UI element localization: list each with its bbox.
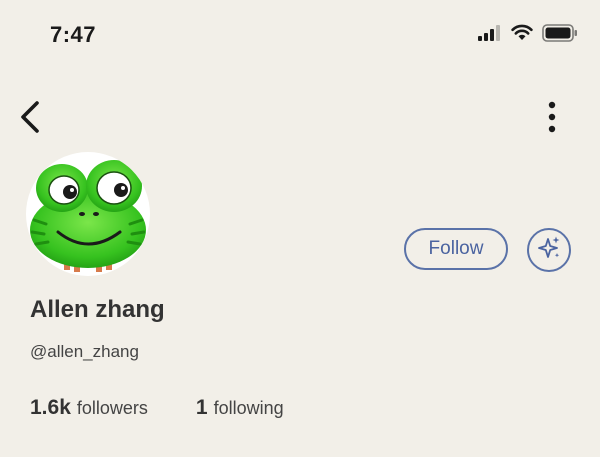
status-icons bbox=[478, 23, 578, 47]
username: @allen_zhang bbox=[30, 342, 139, 361]
followers-label: followers bbox=[76, 398, 148, 418]
frog-avatar-icon bbox=[26, 160, 150, 276]
status-time: 7:47 bbox=[50, 22, 97, 47]
following-count: 1 bbox=[195, 396, 208, 419]
chevron-left-icon bbox=[19, 100, 41, 139]
more-vertical-icon bbox=[548, 101, 556, 138]
follow-button[interactable]: Follow bbox=[404, 228, 508, 270]
avatar[interactable] bbox=[26, 152, 150, 276]
display-name: Allen zhang bbox=[30, 296, 165, 323]
cellular-signal-icon bbox=[478, 24, 502, 46]
status-bar: 7:47 bbox=[0, 0, 600, 70]
battery-icon bbox=[542, 23, 578, 47]
wifi-icon bbox=[511, 24, 533, 46]
followers-stat[interactable]: 1.6k followers bbox=[30, 396, 148, 420]
following-label: following bbox=[213, 398, 284, 418]
following-stat[interactable]: 1 following bbox=[196, 396, 284, 420]
followers-count: 1.6k bbox=[30, 396, 71, 419]
more-options-button[interactable] bbox=[542, 97, 562, 141]
back-button[interactable] bbox=[14, 97, 46, 141]
sparkle-button[interactable] bbox=[527, 228, 571, 272]
sparkle-icon bbox=[535, 234, 563, 267]
profile-stats: 1.6k followers 1 following bbox=[30, 396, 284, 420]
nav-bar bbox=[0, 95, 600, 143]
